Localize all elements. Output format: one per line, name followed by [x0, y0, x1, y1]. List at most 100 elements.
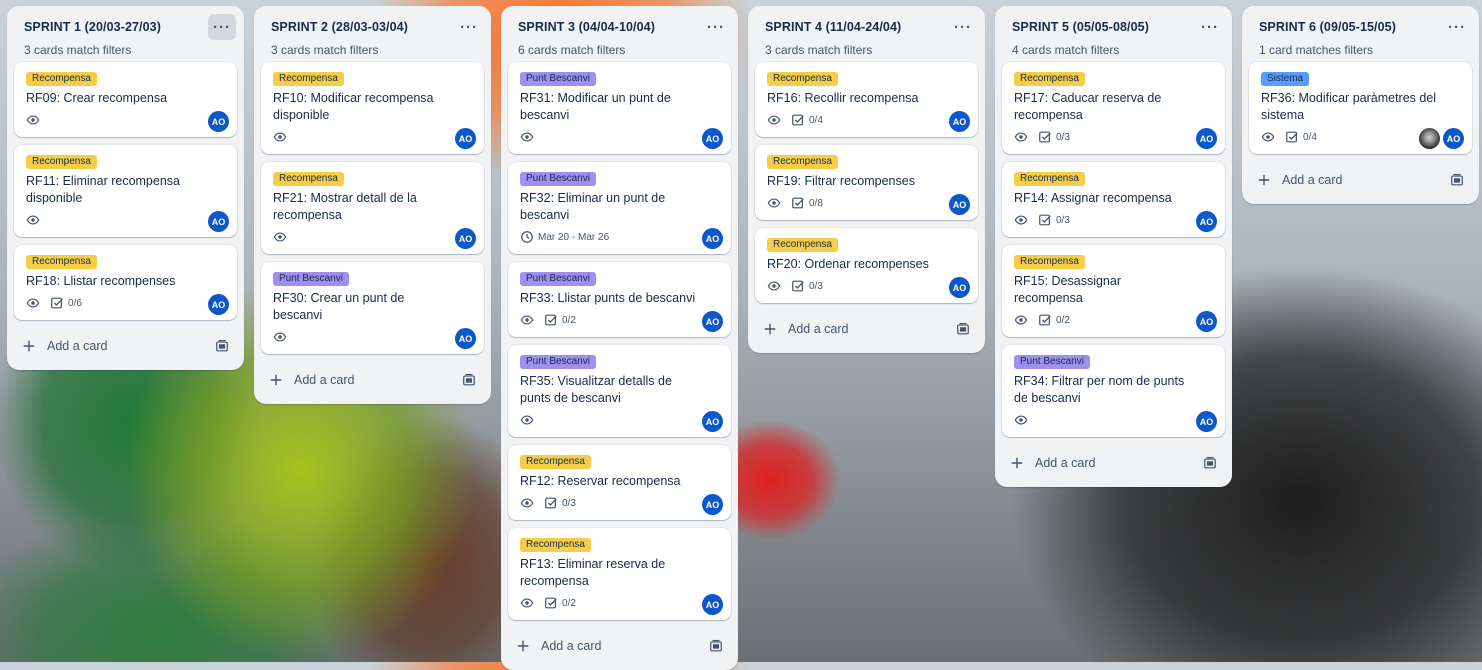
card[interactable]: Recompensa RF13: Eliminar reserva de reco… — [508, 528, 731, 620]
card[interactable]: Punt Bescanvi RF31: Modificar un punt de … — [508, 62, 731, 154]
create-from-template-icon[interactable] — [709, 639, 723, 656]
add-card-button[interactable]: Add a card — [508, 628, 731, 664]
card[interactable]: Recompensa RF11: Eliminar recompensa disp… — [14, 145, 237, 237]
card[interactable]: Sistema RF36: Modificar paràmetres del si… — [1249, 62, 1472, 154]
list-menu-button[interactable]: ··· — [1443, 14, 1471, 40]
card[interactable]: Recompensa RF17: Caducar reserva de recom… — [1002, 62, 1225, 154]
avatar[interactable] — [1419, 128, 1440, 149]
add-card-button[interactable]: Add a card — [1002, 445, 1225, 481]
card[interactable]: Recompensa RF14: Assignar recompensa 0/3 AO — [1002, 162, 1225, 237]
eye-icon — [1014, 213, 1028, 227]
avatar[interactable]: AO — [455, 328, 476, 349]
avatar[interactable]: AO — [702, 494, 723, 515]
card[interactable]: Recompensa RF16: Recollir recompensa 0/4 AO — [755, 62, 978, 137]
card[interactable]: Recompensa RF19: Filtrar recompenses 0/8 AO — [755, 145, 978, 220]
watching-badge — [520, 413, 534, 427]
card-title: RF18: Llistar recompenses — [26, 274, 176, 288]
add-card-button[interactable]: Add a card — [14, 328, 237, 364]
eye-icon — [520, 413, 534, 427]
card-label[interactable]: Punt Bescanvi — [520, 72, 596, 86]
card-label[interactable]: Punt Bescanvi — [520, 355, 596, 369]
card[interactable]: Recompensa RF18: Llistar recompenses 0/6 AO — [14, 245, 237, 320]
card-label[interactable]: Recompensa — [520, 455, 591, 469]
card-label[interactable]: Recompensa — [767, 155, 838, 169]
create-from-template-icon[interactable] — [215, 339, 229, 356]
avatar[interactable]: AO — [702, 228, 723, 249]
create-from-template-icon[interactable] — [462, 373, 476, 390]
avatar[interactable]: AO — [455, 228, 476, 249]
card-list: Punt Bescanvi RF31: Modificar un punt de … — [501, 62, 738, 620]
card[interactable]: Punt Bescanvi RF32: Eliminar un punt de b… — [508, 162, 731, 254]
card-title: RF11: Eliminar recompensa disponible — [26, 174, 180, 205]
list-title[interactable]: SPRINT 4 (11/04-24/04) — [765, 20, 901, 34]
card-label[interactable]: Recompensa — [1014, 255, 1085, 269]
add-card-button[interactable]: Add a card — [1249, 162, 1472, 198]
card-label[interactable]: Sistema — [1261, 72, 1310, 86]
avatar[interactable]: AO — [208, 111, 229, 132]
card-label[interactable]: Punt Bescanvi — [1014, 355, 1090, 369]
avatar[interactable]: AO — [455, 128, 476, 149]
list-menu-button[interactable]: ··· — [1196, 14, 1224, 40]
due-date-badge[interactable]: Mar 20 - Mar 26 — [520, 230, 609, 244]
list-sprint-2: SPRINT 2 (28/03-03/04) 3 cards match filt… — [254, 6, 491, 404]
card[interactable]: Punt Bescanvi RF33: Llistar punts de besc… — [508, 262, 731, 337]
add-card-button[interactable]: Add a card — [261, 362, 484, 398]
avatar[interactable]: AO — [1196, 311, 1217, 332]
checklist-badge: 0/3 — [791, 279, 823, 293]
avatar[interactable]: AO — [1196, 128, 1217, 149]
card-label[interactable]: Recompensa — [26, 155, 97, 169]
card-label[interactable]: Recompensa — [767, 72, 838, 86]
avatar[interactable]: AO — [702, 311, 723, 332]
avatar[interactable]: AO — [1196, 211, 1217, 232]
card[interactable]: Recompensa RF12: Reservar recompensa 0/3 AO — [508, 445, 731, 520]
card[interactable]: Recompensa RF09: Crear recompensa AO — [14, 62, 237, 137]
avatar[interactable]: AO — [208, 294, 229, 315]
avatar[interactable]: AO — [702, 411, 723, 432]
card[interactable]: Recompensa RF15: Desassignar recompensa 0/… — [1002, 245, 1225, 337]
card[interactable]: Punt Bescanvi RF35: Visualitzar detalls d… — [508, 345, 731, 437]
list-title[interactable]: SPRINT 5 (05/05-08/05) — [1012, 20, 1149, 34]
create-from-template-icon[interactable] — [956, 322, 970, 339]
card-label[interactable]: Recompensa — [26, 255, 97, 269]
avatar[interactable]: AO — [1443, 128, 1464, 149]
list-menu-button[interactable]: ··· — [949, 14, 977, 40]
create-from-template-icon[interactable] — [1203, 456, 1217, 473]
card[interactable]: Punt Bescanvi RF34: Filtrar per nom de pu… — [1002, 345, 1225, 437]
list-menu-button[interactable]: ··· — [455, 14, 483, 40]
avatar[interactable]: AO — [949, 111, 970, 132]
card-label[interactable]: Recompensa — [767, 238, 838, 252]
add-card-label: Add a card — [294, 373, 355, 387]
create-from-template-icon[interactable] — [1450, 173, 1464, 190]
card-members: AO — [205, 211, 229, 232]
card[interactable]: Punt Bescanvi RF30: Crear un punt de besc… — [261, 262, 484, 354]
card-list: Recompensa RF17: Caducar reserva de recom… — [995, 62, 1232, 437]
avatar[interactable]: AO — [949, 194, 970, 215]
card-label[interactable]: Recompensa — [26, 72, 97, 86]
avatar[interactable]: AO — [1196, 411, 1217, 432]
add-card-button[interactable]: Add a card — [755, 311, 978, 347]
card-label[interactable]: Recompensa — [1014, 72, 1085, 86]
avatar[interactable]: AO — [208, 211, 229, 232]
card[interactable]: Recompensa RF21: Mostrar detall de la rec… — [261, 162, 484, 254]
avatar[interactable]: AO — [702, 128, 723, 149]
card-label[interactable]: Punt Bescanvi — [273, 272, 349, 286]
card-label[interactable]: Recompensa — [273, 172, 344, 186]
card-label[interactable]: Punt Bescanvi — [520, 272, 596, 286]
list-title[interactable]: SPRINT 3 (04/04-10/04) — [518, 20, 655, 34]
card[interactable]: Recompensa RF20: Ordenar recompenses 0/3 AO — [755, 228, 978, 303]
avatar[interactable]: AO — [702, 594, 723, 615]
list-menu-button[interactable]: ··· — [208, 14, 236, 40]
list-title[interactable]: SPRINT 2 (28/03-03/04) — [271, 20, 408, 34]
card-label[interactable]: Recompensa — [1014, 172, 1085, 186]
checklist-badge: 0/2 — [544, 313, 576, 327]
list-title[interactable]: SPRINT 1 (20/03-27/03) — [24, 20, 161, 34]
checklist-icon — [544, 313, 558, 327]
avatar[interactable]: AO — [949, 277, 970, 298]
card[interactable]: Recompensa RF10: Modificar recompensa dis… — [261, 62, 484, 154]
checklist-badge: 0/6 — [50, 296, 82, 310]
list-title[interactable]: SPRINT 6 (09/05-15/05) — [1259, 20, 1396, 34]
card-label[interactable]: Punt Bescanvi — [520, 172, 596, 186]
list-menu-button[interactable]: ··· — [702, 14, 730, 40]
card-label[interactable]: Recompensa — [520, 538, 591, 552]
card-label[interactable]: Recompensa — [273, 72, 344, 86]
